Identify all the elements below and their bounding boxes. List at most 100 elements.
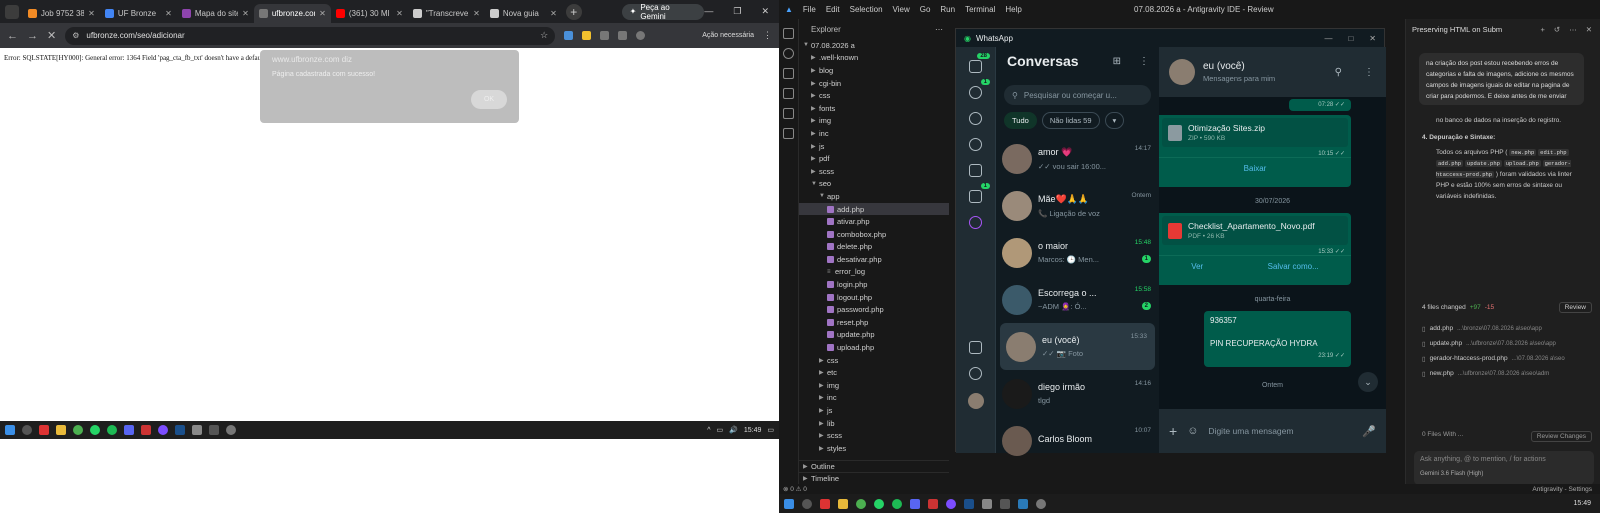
model-selector[interactable]: Gemini 3.6 Flash (High)	[1420, 471, 1588, 477]
tree-folder[interactable]: ▶ inc	[799, 127, 949, 140]
extensions-icon[interactable]	[783, 128, 794, 139]
search-icon[interactable]: ⚲	[1335, 67, 1342, 78]
photoshop-icon[interactable]	[175, 425, 185, 435]
tree-folder[interactable]: ▶ lib	[799, 417, 949, 430]
app-icon[interactable]	[209, 425, 219, 435]
url-text[interactable]: ufbronze.com/seo/adicionar	[86, 31, 184, 40]
more-icon[interactable]: ⋯	[1569, 25, 1577, 34]
ide-icon[interactable]	[982, 498, 992, 509]
tree-folder[interactable]: ▶ inc	[799, 392, 949, 405]
app-icon[interactable]	[946, 498, 956, 509]
network-icon[interactable]: ▭	[717, 426, 724, 434]
settings-icon[interactable]	[226, 425, 236, 435]
menu-item[interactable]: Help	[1005, 5, 1021, 14]
calls-icon[interactable]: 1	[969, 79, 990, 99]
tree-folder[interactable]: ▶ img	[799, 115, 949, 128]
menu-icon[interactable]: ⋮	[1139, 56, 1149, 67]
app-icon[interactable]	[928, 498, 938, 509]
browser-tab[interactable]: Job 9752 38 ✕	[23, 4, 100, 23]
bookmark-star-icon[interactable]: ☆	[540, 30, 548, 41]
settings-icon[interactable]	[969, 367, 982, 380]
chip-more-chevron-icon[interactable]: ▾	[1104, 111, 1125, 129]
outline-section[interactable]: ▶ Outline	[799, 460, 949, 472]
review-button[interactable]: Review	[1558, 301, 1592, 313]
photoshop-icon[interactable]	[964, 498, 974, 509]
chat-list-item[interactable]: eu (você) ✓✓ 📷 Foto 15:33	[1000, 323, 1155, 370]
forward-icon[interactable]: →	[27, 30, 38, 42]
tree-folder[interactable]: ▶ etc	[799, 366, 949, 379]
conversation-header[interactable]: eu (você) Mensagens para mim ⚲ ⋮	[1159, 47, 1386, 97]
changed-file-item[interactable]: ▯ gerador-htaccess-prod.php ...\07.08.2026…	[1422, 351, 1592, 366]
tree-folder[interactable]: ▶ fonts	[799, 102, 949, 115]
tab-close-icon[interactable]: ✕	[473, 9, 480, 18]
tab-close-icon[interactable]: ✕	[396, 9, 403, 18]
discord-icon[interactable]	[124, 425, 134, 435]
tab-close-icon[interactable]: ✕	[550, 9, 557, 18]
tree-folder[interactable]: ▶ pdf	[799, 152, 949, 165]
tree-folder[interactable]: ▶ blog	[799, 64, 949, 77]
communities-icon[interactable]	[969, 164, 982, 177]
tab-close-icon[interactable]: ✕	[319, 9, 326, 18]
extension-icon[interactable]	[564, 31, 574, 40]
profile-icon[interactable]	[636, 31, 646, 40]
app-icon[interactable]	[1018, 498, 1028, 509]
app-icon[interactable]	[820, 498, 830, 509]
windows-start-icon[interactable]	[5, 425, 15, 435]
review-changes-button[interactable]: Review Changes	[1530, 431, 1592, 442]
download-button[interactable]: Baixar	[1244, 164, 1267, 173]
menu-item[interactable]: Edit	[826, 5, 840, 14]
changed-file-item[interactable]: ▯ new.php ...\ufbronze\07.08.2026 a\seo\ad…	[1422, 366, 1592, 381]
browser-tab[interactable]: "Transcreve ✕	[408, 4, 485, 23]
back-icon[interactable]: ←	[7, 30, 18, 42]
source-control-icon[interactable]	[783, 68, 794, 79]
search-icon[interactable]	[783, 48, 794, 59]
search-icon[interactable]	[22, 425, 32, 435]
attach-plus-icon[interactable]: +	[1169, 423, 1177, 439]
media-icon[interactable]	[969, 341, 982, 354]
tree-folder[interactable]: ▼ app	[799, 190, 949, 203]
chat-list-item[interactable]: Mãe❤️🙏🙏 📞 Ligação de voz Ontem	[996, 182, 1159, 229]
remote-icon[interactable]	[783, 108, 794, 119]
chat-list-item[interactable]: amor 💗 ✓✓ vou sair 16:00... 14:17	[996, 135, 1159, 182]
tree-file[interactable]: upload.php	[799, 341, 949, 354]
more-icon[interactable]: ⋯	[935, 25, 949, 34]
chat-list-item[interactable]: Carlos Bloom 10:07	[996, 417, 1159, 464]
tree-file[interactable]: combobox.php	[799, 228, 949, 241]
explorer-icon[interactable]	[783, 28, 794, 39]
windows-start-icon[interactable]	[784, 498, 794, 509]
emoji-icon[interactable]: ☺	[1187, 425, 1198, 437]
tree-folder[interactable]: ▶ css	[799, 89, 949, 102]
action-needed-button[interactable]: Ação necessária	[702, 32, 754, 39]
app-icon[interactable]	[141, 425, 151, 435]
search-icon[interactable]	[802, 498, 812, 509]
tab-close-icon[interactable]: ✕	[88, 9, 95, 18]
archive-icon[interactable]: 1	[969, 183, 990, 203]
ide-icon[interactable]	[192, 425, 202, 435]
tree-file[interactable]: desativar.php	[799, 253, 949, 266]
maximize-icon[interactable]: □	[1348, 34, 1353, 43]
tree-folder[interactable]: ▶ js	[799, 404, 949, 417]
folder-icon[interactable]	[838, 498, 848, 509]
browser-tab[interactable]: ufbronze.com ✕	[253, 4, 331, 23]
gemini-button[interactable]: ✦ Peça ao Gemini	[621, 3, 705, 21]
notification-icon[interactable]: ▭	[767, 426, 774, 434]
tree-file[interactable]: update.php	[799, 329, 949, 342]
changed-file-item[interactable]: ▯ update.php ...\ufbronze\07.08.2026 a\seo…	[1422, 336, 1592, 351]
clock-text[interactable]: 15:49	[1573, 500, 1595, 507]
chrome-icon[interactable]	[73, 425, 83, 435]
microphone-icon[interactable]: 🎤	[1362, 425, 1376, 438]
profile-avatar[interactable]	[967, 393, 984, 409]
chip-unread[interactable]: Não lidas 59	[1041, 111, 1100, 129]
volume-icon[interactable]: 🔊	[729, 426, 738, 434]
problems-indicator[interactable]: ⊗ 0 ⚠ 0	[783, 485, 807, 493]
app-icon[interactable]	[39, 425, 49, 435]
tree-file[interactable]: ativar.php	[799, 215, 949, 228]
tree-folder[interactable]: ▶ scss	[799, 165, 949, 178]
view-button[interactable]: Ver	[1191, 262, 1203, 271]
tree-folder[interactable]: ▶ .well-known	[799, 52, 949, 65]
changed-file-item[interactable]: ▯ add.php ...\bronze\07.08.2026 a\seo\app	[1422, 321, 1592, 336]
browser-tab[interactable]: (361) 30 MI ✕	[331, 4, 408, 23]
tree-file[interactable]: login.php	[799, 278, 949, 291]
spotify-icon[interactable]	[107, 425, 117, 435]
add-icon[interactable]: +	[1541, 25, 1545, 34]
